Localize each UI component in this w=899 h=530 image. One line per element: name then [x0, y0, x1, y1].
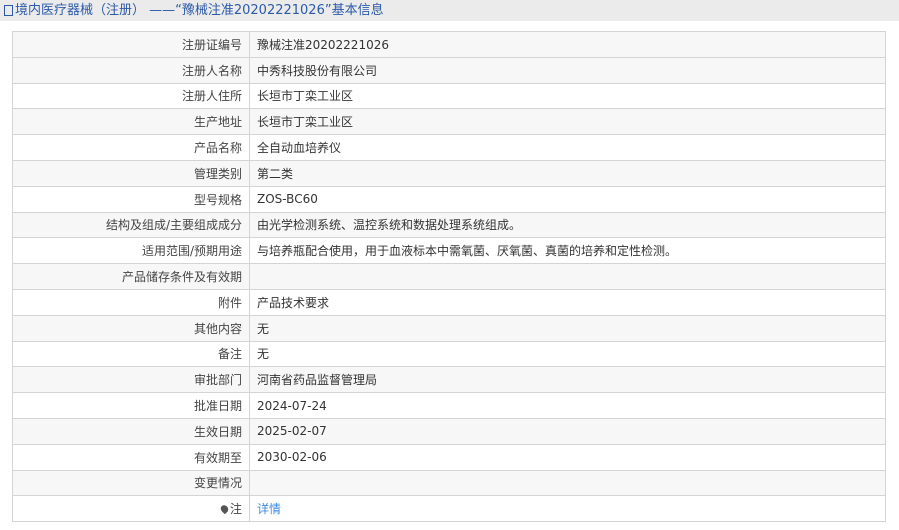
document-icon [4, 5, 13, 16]
table-row: 生产地址 长垣市丁栾工业区 [12, 108, 886, 136]
field-label: 备注 [12, 340, 250, 368]
field-value: 由光学检测系统、温控系统和数据处理系统组成。 [249, 211, 886, 239]
field-value: 2030-02-06 [249, 443, 886, 471]
field-label: 产品储存条件及有效期 [12, 263, 250, 290]
field-label: 变更情况 [12, 469, 250, 497]
table-row: 结构及组成/主要组成成分 由光学检测系统、温控系统和数据处理系统组成。 [12, 211, 886, 239]
field-value [249, 469, 886, 497]
note-label: 注 [229, 502, 242, 517]
table-row: 产品名称 全自动血培养仪 [12, 134, 886, 161]
table-row: 管理类别 第二类 [12, 159, 886, 187]
field-label: 产品名称 [12, 134, 250, 161]
table-row: 注册人名称 中秀科技股份有限公司 [12, 56, 886, 84]
field-label: 注 [12, 495, 250, 523]
field-label: 生产地址 [12, 108, 250, 136]
table-row: 其他内容无 [12, 314, 886, 342]
field-value: 长垣市丁栾工业区 [249, 108, 886, 136]
field-value: 中秀科技股份有限公司 [249, 56, 886, 84]
table-row: 变更情况 [12, 469, 886, 497]
field-value: 产品技术要求 [249, 288, 886, 316]
field-value: ZOS-BC60 [249, 185, 886, 213]
table-row: 审批部门 河南省药品监督管理局 [12, 366, 886, 394]
table-row: 产品储存条件及有效期 [12, 263, 886, 290]
field-label: 型号规格 [12, 185, 250, 213]
table-row: 适用范围/预期用途 与培养瓶配合使用，用于血液标本中需氧菌、厌氧菌、真菌的培养和定… [12, 237, 886, 265]
field-value: 2025-02-07 [249, 417, 886, 445]
field-value: 豫械注准20202221026 [249, 31, 886, 58]
field-value: 2024-07-24 [249, 392, 886, 419]
field-value: 无 [249, 340, 886, 368]
field-value: 与培养瓶配合使用，用于血液标本中需氧菌、厌氧菌、真菌的培养和定性检测。 [249, 237, 886, 265]
field-label: 适用范围/预期用途 [12, 237, 250, 265]
page-title: 境内医疗器械（注册） ——“豫械注准20202221026”基本信息 [15, 3, 384, 18]
details-link[interactable]: 详情 [257, 502, 281, 516]
field-label: 审批部门 [12, 366, 250, 394]
field-label: 其他内容 [12, 314, 250, 342]
field-label: 生效日期 [12, 417, 250, 445]
table-row-note: 注 详情 [12, 495, 886, 523]
table-row: 注册证编号 豫械注准20202221026 [12, 31, 886, 58]
page-header: 境内医疗器械（注册） ——“豫械注准20202221026”基本信息 [0, 0, 899, 21]
field-label: 附件 [12, 288, 250, 316]
table-row: 生效日期 2025-02-07 [12, 417, 886, 445]
table-row: 有效期至 2030-02-06 [12, 443, 886, 471]
field-label: 注册人住所 [12, 82, 250, 110]
field-value: 全自动血培养仪 [249, 134, 886, 161]
field-value: 详情 [249, 495, 886, 523]
pin-icon [219, 503, 230, 515]
table-row: 批准日期 2024-07-24 [12, 392, 886, 419]
table-row: 备注无 [12, 340, 886, 368]
table-row: 型号规格 ZOS-BC60 [12, 185, 886, 213]
field-value: 河南省药品监督管理局 [249, 366, 886, 394]
table-row: 注册人住所 长垣市丁栾工业区 [12, 82, 886, 110]
field-value: 无 [249, 314, 886, 342]
field-label: 结构及组成/主要组成成分 [12, 211, 250, 239]
field-label: 批准日期 [12, 392, 250, 419]
field-value: 长垣市丁栾工业区 [249, 82, 886, 110]
table-row: 附件 产品技术要求 [12, 288, 886, 316]
field-label: 有效期至 [12, 443, 250, 471]
info-table: 注册证编号 豫械注准20202221026 注册人名称 中秀科技股份有限公司 注册人住所… [12, 31, 886, 523]
field-value: 第二类 [249, 159, 886, 187]
field-value [249, 263, 886, 290]
field-label: 管理类别 [12, 159, 250, 187]
field-label: 注册人名称 [12, 56, 250, 84]
field-label: 注册证编号 [12, 31, 250, 58]
